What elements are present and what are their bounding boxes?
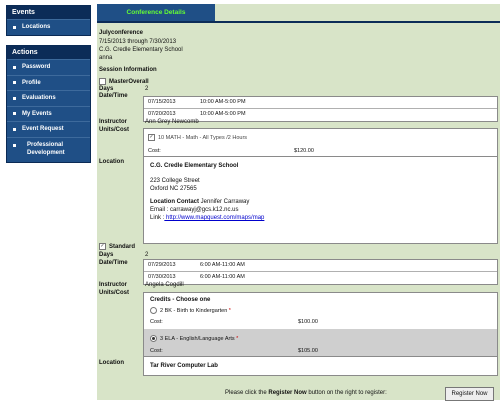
- conference-user: anna: [99, 55, 113, 61]
- register-prompt: Please click the Register Now button on …: [225, 390, 387, 396]
- session-2-credits-box: Credits - Choose one 2 BK - Birth to Kin…: [143, 292, 498, 362]
- conference-school: C.G. Credle Elementary School: [99, 47, 183, 53]
- tab-underline: [97, 21, 500, 23]
- table-row: 07/30/2013 6:00 AM-11:00 AM: [148, 274, 245, 280]
- session-2-location-box: Tar River Computer Lab: [143, 356, 498, 376]
- bullet-icon: [13, 112, 16, 116]
- events-menu: Events Locations: [6, 5, 91, 36]
- table-row: 07/29/2013 6:00 AM-11:00 AM: [144, 260, 497, 272]
- datetime-label: Date/Time: [99, 260, 128, 266]
- bullet-icon: [13, 143, 16, 147]
- session-2-days: 2: [145, 252, 149, 258]
- cost-label: Cost:: [150, 319, 163, 325]
- units-cost-label: Units/Cost: [99, 127, 129, 133]
- register-now-button[interactable]: Register Now: [445, 387, 494, 401]
- location-name: Tar River Computer Lab: [150, 363, 218, 369]
- session-standard: ✓ Standard: [99, 243, 135, 250]
- instructor-label: Instructor: [99, 282, 128, 288]
- sidebar-item-password[interactable]: Password: [7, 59, 90, 75]
- location-city: Oxford NC 27565: [150, 186, 197, 192]
- bullet-icon: [13, 81, 16, 85]
- tab-conference-details[interactable]: Conference Details: [97, 4, 215, 21]
- session-1-location-box: C.G. Credle Elementary School 223 Colleg…: [143, 156, 498, 244]
- sidebar-item-professional-development[interactable]: Professional Development: [7, 136, 90, 162]
- radio-button[interactable]: [150, 335, 157, 342]
- bullet-icon: [13, 65, 16, 69]
- sidebar-item-evaluations[interactable]: Evaluations: [7, 90, 90, 106]
- radio-button[interactable]: [150, 307, 157, 314]
- location-contact: Location Contact Jennifer Carraway: [150, 199, 250, 205]
- cost-label: Cost:: [150, 348, 163, 354]
- location-link: Link : http://www.mapquest.com/maps/map: [150, 215, 265, 221]
- credit-option-bk[interactable]: 2 BK - Birth to Kindergarten *: [150, 307, 231, 314]
- credit-option-ela[interactable]: 3 ELA - English/Language Arts *: [150, 335, 238, 342]
- sidebar-item-event-request[interactable]: Event Request: [7, 121, 90, 137]
- session-2-instructor: Angela Cogdill: [145, 282, 184, 288]
- actions-menu-header: Actions: [7, 46, 90, 59]
- session-1-unit-option: ✓ 10 MATH - Math - All Types /2 Hours: [148, 134, 248, 141]
- bullet-icon: [13, 127, 16, 131]
- bullet-icon: [13, 96, 16, 100]
- sidebar-item-locations[interactable]: Locations: [7, 19, 90, 35]
- bullet-icon: [13, 25, 16, 29]
- credits-header: Credits - Choose one: [150, 297, 211, 303]
- location-name: C.G. Credle Elementary School: [150, 163, 239, 169]
- unit-checkbox[interactable]: ✓: [148, 134, 155, 141]
- instructor-label: Instructor: [99, 119, 128, 125]
- conference-title: Julyconference: [99, 30, 144, 36]
- actions-menu: Actions Password Profile Evaluations My …: [6, 45, 91, 164]
- datetime-label: Date/Time: [99, 93, 128, 99]
- credit-bk-cost: $100.00: [298, 319, 318, 325]
- session-information-header: Session Information: [99, 67, 157, 73]
- session-1-instructor: Ann Grey Newcomb: [145, 119, 199, 125]
- table-row: 07/15/2013 10:00 AM-5:00 PM: [144, 97, 497, 109]
- session-1-days: 2: [145, 86, 149, 92]
- cost-label: Cost:: [148, 148, 161, 154]
- sidebar-item-my-events[interactable]: My Events: [7, 105, 90, 122]
- session-masteroverall-checkbox[interactable]: [99, 78, 106, 85]
- session-standard-name: Standard: [109, 244, 136, 251]
- conference-dates: 7/15/2013 through 7/30/2013: [99, 39, 177, 45]
- location-email: Email : carrawayj@gcs.k12.nc.us: [150, 207, 239, 213]
- location-label: Location: [99, 360, 124, 366]
- events-menu-header: Events: [7, 6, 90, 19]
- session-2-dates-table: 07/29/2013 6:00 AM-11:00 AM 07/30/2013 6:0…: [143, 259, 498, 285]
- session-masteroverall: MasterOverall: [99, 78, 149, 85]
- location-label: Location: [99, 159, 124, 165]
- session-masteroverall-name: MasterOverall: [109, 79, 149, 86]
- days-label: Days: [99, 86, 114, 92]
- mapquest-link[interactable]: http://www.mapquest.com/maps/map: [164, 215, 264, 221]
- days-label: Days: [99, 252, 114, 258]
- session-standard-checkbox[interactable]: ✓: [99, 243, 106, 250]
- location-street: 223 College Street: [150, 178, 200, 184]
- units-cost-label: Units/Cost: [99, 290, 129, 296]
- main-panel: Conference Details Julyconference 7/15/2…: [97, 4, 500, 401]
- session-1-cost: $120.00: [294, 148, 314, 154]
- sidebar-item-profile[interactable]: Profile: [7, 74, 90, 91]
- credit-ela-cost: $105.00: [298, 348, 318, 354]
- sidebar: Events Locations Actions Password Profil…: [0, 0, 93, 400]
